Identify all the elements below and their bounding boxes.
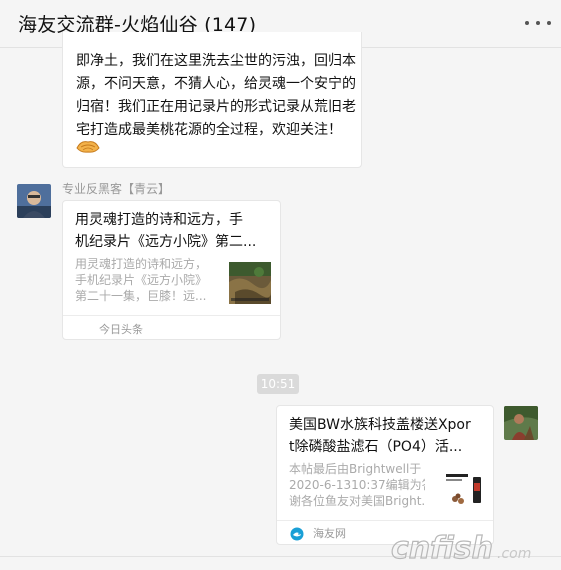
- card-title-line: 机纪录片《远方小院》第二...: [75, 234, 257, 250]
- message-line: 归宿！我们正在用记录片的形式记录从荒旧老: [76, 99, 356, 115]
- card-title: 用灵魂打造的诗和远方，手 机纪录片《远方小院》第二...: [75, 209, 271, 253]
- dot: [547, 21, 551, 25]
- watermark-logo: cnfish .com: [389, 528, 547, 568]
- avatar[interactable]: [504, 406, 538, 440]
- sender-name: 专业反黑客【青云】: [62, 182, 171, 196]
- link-card[interactable]: 美国BW水族科技盖楼送Xpor t除磷酸盐滤石（PO4）活... 本帖最后由Br…: [276, 405, 494, 545]
- dot: [536, 21, 540, 25]
- card-divider: [277, 520, 493, 521]
- dot: [525, 21, 529, 25]
- card-thumbnail: [443, 469, 485, 511]
- more-horizontal-icon[interactable]: [525, 18, 551, 28]
- card-thumbnail: [229, 262, 271, 304]
- message-line: 源，不问天意，不猜人心，给灵魂一个安宁的: [76, 76, 356, 92]
- link-card[interactable]: 用灵魂打造的诗和远方，手 机纪录片《远方小院》第二... 用灵魂打造的诗和远方，…: [62, 200, 281, 340]
- message-bubble-text[interactable]: 即净土，我们在这里洗去尘世的污浊，回归本 源，不问天意，不猜人心，给灵魂一个安宁…: [62, 32, 362, 168]
- card-source: 海友网: [313, 527, 346, 540]
- card-desc-line: 2020-6-1310:37编辑为答: [289, 478, 425, 492]
- message-line: 即净土，我们在这里洗去尘世的污浊，回归本: [76, 53, 356, 69]
- card-title-line: 美国BW水族科技盖楼送Xpor: [289, 417, 471, 433]
- card-title-line: 用灵魂打造的诗和远方，手: [75, 212, 243, 228]
- card-desc-line: 用灵魂打造的诗和远方，: [75, 257, 208, 271]
- card-source: 今日头条: [99, 323, 143, 336]
- card-divider: [63, 315, 280, 316]
- message-line: 宅打造成最美桃花源的全过程，欢迎关注！: [76, 122, 342, 138]
- card-desc-line: 第二十一集，巨膝！远...: [75, 289, 207, 303]
- handshake-emoji: [75, 134, 101, 156]
- avatar[interactable]: [17, 184, 51, 218]
- card-description: 本帖最后由Brightwell于 2020-6-1310:37编辑为答 谢各位鱼…: [289, 461, 425, 509]
- card-desc-line: 谢各位鱼友对美国Bright...: [289, 494, 425, 508]
- card-title: 美国BW水族科技盖楼送Xpor t除磷酸盐滤石（PO4）活...: [289, 414, 485, 458]
- svg-text:.com: .com: [497, 546, 531, 562]
- card-desc-line: 本帖最后由Brightwell于: [289, 462, 422, 476]
- card-title-line: t除磷酸盐滤石（PO4）活...: [289, 439, 463, 455]
- source-logo-icon: [290, 526, 304, 541]
- card-description: 用灵魂打造的诗和远方， 手机纪录片《远方小院》 第二十一集，巨膝！远...: [75, 256, 211, 304]
- card-desc-line: 手机纪录片《远方小院》: [75, 273, 208, 287]
- svg-text:cnfish: cnfish: [391, 531, 493, 566]
- timestamp: 10:51: [257, 374, 299, 394]
